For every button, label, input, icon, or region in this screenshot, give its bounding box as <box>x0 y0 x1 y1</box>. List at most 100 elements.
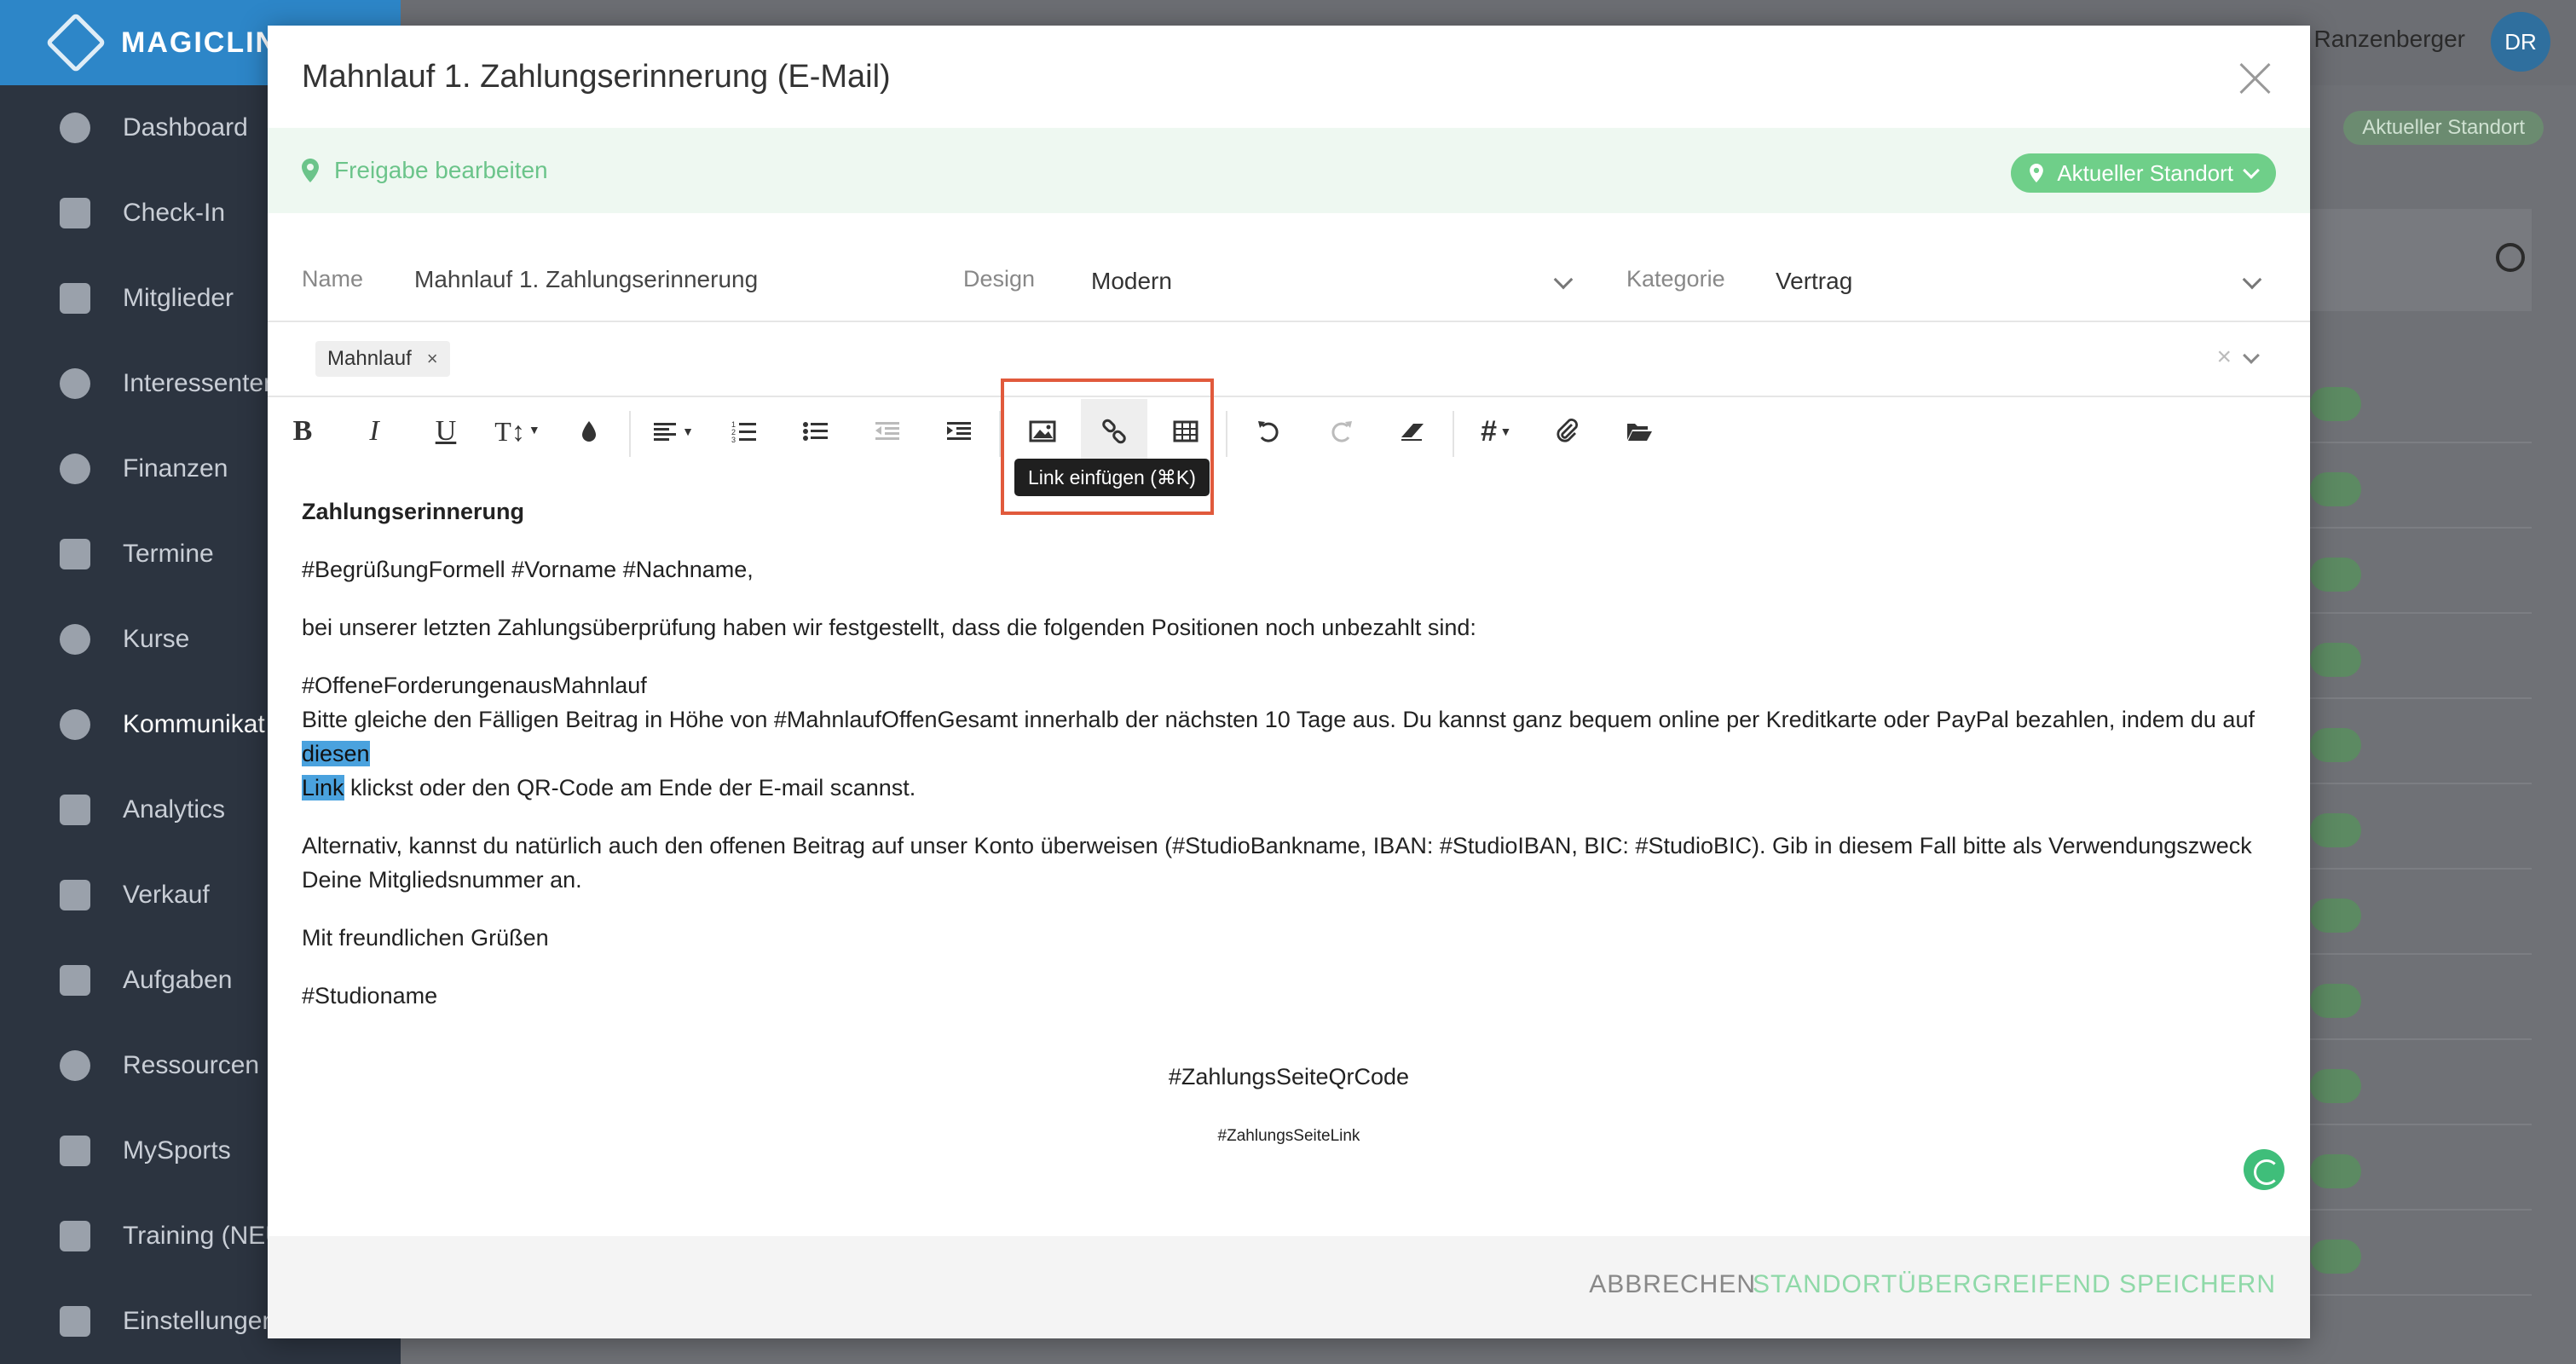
chevron-down-icon[interactable] <box>2243 347 2260 364</box>
design-select[interactable]: Modern <box>1091 268 1172 295</box>
sidebar-item-label: Analytics <box>123 795 226 824</box>
tags-input[interactable]: Mahnlauf × × <box>268 324 2310 397</box>
caret-down-icon: ▼ <box>682 425 694 438</box>
finance-icon <box>60 454 90 484</box>
redo-button[interactable] <box>1308 399 1374 464</box>
stopwatch-icon <box>60 624 90 655</box>
email-paragraph: bei unserer letzten Zahlungsüberprüfung … <box>302 615 1476 640</box>
svg-text:3: 3 <box>731 436 736 444</box>
logo-text: MAGICLIN <box>121 26 279 59</box>
release-bar: Freigabe bearbeiten Aktueller Standort <box>268 128 2310 213</box>
sidebar-item-label: Verkauf <box>123 881 210 909</box>
chevron-down-icon[interactable] <box>1553 269 1574 290</box>
email-signature: #Studioname <box>302 983 438 1009</box>
clear-tags-icon[interactable]: × <box>2216 343 2232 372</box>
release-edit-label: Freigabe bearbeiten <box>334 157 548 183</box>
eraser-icon <box>1401 424 1424 441</box>
underline-button[interactable]: U <box>413 399 479 464</box>
modal-title: Mahnlauf 1. Zahlungserinnerung (E-Mail) <box>302 58 891 95</box>
close-icon[interactable] <box>2238 61 2273 95</box>
background-list <box>2310 358 2532 1296</box>
dumbbell-icon <box>60 1221 90 1251</box>
outdent-button[interactable] <box>854 399 921 464</box>
save-all-locations-button[interactable]: STANDORTÜBERGREIFEND SPEICHERN <box>1753 1270 2276 1299</box>
indent-icon <box>947 422 971 440</box>
chevron-down-icon[interactable] <box>2242 269 2262 290</box>
modal-header: Mahnlauf 1. Zahlungserinnerung (E-Mail) <box>268 26 2310 128</box>
sliders-icon <box>60 1306 90 1337</box>
sidebar-item-label: Aufgaben <box>123 966 233 994</box>
kategorie-label: Kategorie <box>1626 266 1725 292</box>
ordered-list-icon: 123 <box>731 420 756 444</box>
placeholder-button[interactable]: # ▼ <box>1463 399 1529 464</box>
sidebar-item-label: Finanzen <box>123 454 228 483</box>
sidebar-item-label: MySports <box>123 1136 231 1165</box>
open-folder-button[interactable] <box>1606 399 1672 464</box>
sidebar-item-label: Check-In <box>123 199 226 227</box>
list-item <box>2310 529 2532 614</box>
attachment-button[interactable] <box>1534 399 1601 464</box>
status-badge <box>2310 1069 2361 1103</box>
caret-down-icon: ▼ <box>528 425 540 437</box>
toolbar-divider <box>1226 411 1227 457</box>
toolbar-divider <box>1453 411 1454 457</box>
sidebar-item-label: Termine <box>123 540 214 568</box>
location-select-label: Aktueller Standort <box>2057 159 2233 186</box>
link-tooltip: Link einfügen (⌘K) <box>1014 459 1210 496</box>
email-text: klickst oder den QR-Code am Ende der E-m… <box>344 775 916 800</box>
text-size-button[interactable]: T↕ ▼ <box>484 399 551 464</box>
tag-remove-icon[interactable]: × <box>427 348 438 370</box>
cancel-button[interactable]: ABBRECHEN <box>1589 1270 1756 1299</box>
undo-button[interactable] <box>1236 399 1302 464</box>
redo-icon <box>1331 421 1352 442</box>
list-item <box>2310 1040 2532 1125</box>
location-pin-icon <box>302 159 319 182</box>
email-greeting: #BegrüßungFormell #Vorname #Nachname, <box>302 557 754 582</box>
release-edit-link[interactable]: Freigabe bearbeiten <box>302 157 548 184</box>
checkbox-icon <box>60 965 90 996</box>
text-size-label: T↕ <box>494 415 525 447</box>
paperclip-icon <box>1557 419 1578 442</box>
editor-toolbar: B I U T↕ ▼ ▼ 123 # ▼ <box>268 399 2310 471</box>
dots-icon <box>60 1136 90 1166</box>
status-badge <box>2310 643 2361 677</box>
design-label: Design <box>963 266 1036 292</box>
search-icon <box>2496 243 2525 272</box>
bold-button[interactable]: B <box>269 399 336 464</box>
kategorie-select[interactable]: Vertrag <box>1776 268 1852 295</box>
sidebar-item-label: Dashboard <box>123 113 248 142</box>
selected-text[interactable]: Link <box>302 775 344 800</box>
assistant-icon[interactable] <box>2244 1149 2284 1190</box>
status-badge <box>2310 813 2361 847</box>
bullet-list-button[interactable] <box>783 399 849 464</box>
sidebar-item-label: Training (NEU <box>123 1222 284 1250</box>
selected-text[interactable]: diesen <box>302 741 370 766</box>
email-template-modal: Mahnlauf 1. Zahlungserinnerung (E-Mail) … <box>268 26 2310 1338</box>
location-select-button[interactable]: Aktueller Standort <box>2011 153 2276 193</box>
user-name[interactable]: n Ranzenberger <box>2294 26 2465 53</box>
avatar[interactable]: DR <box>2491 12 2550 72</box>
italic-button[interactable]: I <box>341 399 407 464</box>
status-badge <box>2310 387 2361 421</box>
text-color-button[interactable] <box>556 399 622 464</box>
status-badge <box>2310 1240 2361 1274</box>
list-item <box>2310 443 2532 529</box>
list-item <box>2310 870 2532 955</box>
list-item <box>2310 1125 2532 1211</box>
bullet-list-icon <box>803 422 828 441</box>
undo-icon <box>1258 421 1279 442</box>
email-paragraph: Alternativ, kannst du natürlich auch den… <box>302 833 2252 893</box>
name-field[interactable]: Mahnlauf 1. Zahlungserinnerung <box>414 266 758 293</box>
indent-button[interactable] <box>926 399 992 464</box>
ordered-list-button[interactable]: 123 <box>711 399 777 464</box>
background-standort-pill: Aktueller Standort <box>2343 111 2544 145</box>
list-item <box>2310 955 2532 1040</box>
logo-icon <box>45 12 107 73</box>
email-body-editor[interactable]: Zahlungserinnerung #BegrüßungFormell #Vo… <box>302 494 2279 1037</box>
chart-icon <box>60 795 90 825</box>
sidebar-item-label: Kurse <box>123 625 190 653</box>
align-button[interactable]: ▼ <box>639 399 706 464</box>
email-paragraph: Bitte gleiche den Fälligen Beitrag in Hö… <box>302 702 2279 805</box>
clear-format-button[interactable] <box>1379 399 1446 464</box>
tag-chip: Mahnlauf × <box>315 341 450 377</box>
